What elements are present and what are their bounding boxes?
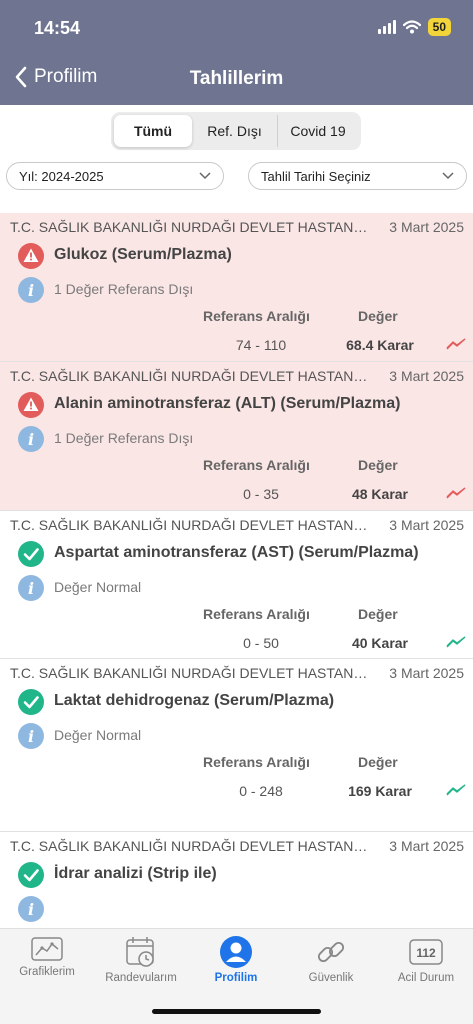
result-note: Değer Normal	[54, 579, 142, 595]
trend-chart-icon[interactable]	[446, 486, 466, 500]
info-icon[interactable]: i	[17, 722, 45, 750]
test-date: 3 Mart 2025	[389, 368, 464, 384]
reference-range-value: 0 - 35	[243, 486, 279, 502]
info-icon[interactable]: i	[17, 276, 45, 304]
result-filter-segment: Tümü Ref. Dışı Covid 19	[111, 112, 361, 150]
test-name: Aspartat aminotransferaz (AST) (Serum/Pl…	[54, 544, 419, 561]
hospital-name: T.C. SAĞLIK BAKANLIĞI NURDAĞI DEVLET HAS…	[10, 368, 372, 384]
tab-label: Grafiklerim	[19, 966, 75, 978]
app-header: 14:54 50 Profilim Tahlillerim	[0, 0, 473, 105]
hospital-name: T.C. SAĞLIK BAKANLIĞI NURDAĞI DEVLET HAS…	[10, 219, 372, 235]
result-note: 1 Değer Referans Dışı	[54, 281, 194, 297]
warning-icon	[18, 243, 44, 269]
hospital-name: T.C. SAĞLIK BAKANLIĞI NURDAĞI DEVLET HAS…	[10, 838, 372, 854]
page-title: Tahlillerim	[189, 68, 284, 89]
reference-range-header: Referans Aralığı	[203, 308, 310, 324]
link-icon	[317, 941, 345, 963]
segment-all[interactable]: Tümü	[114, 115, 192, 147]
test-result-card[interactable]: T.C. SAĞLIK BAKANLIĞI NURDAĞI DEVLET HAS…	[0, 659, 473, 832]
battery-icon: 50	[427, 18, 451, 36]
test-results-list: T.C. SAĞLIK BAKANLIĞI NURDAĞI DEVLET HAS…	[0, 213, 473, 932]
reference-range-header: Referans Aralığı	[203, 457, 310, 473]
tab-label: Randevularım	[105, 972, 177, 984]
tab-label: Güvenlik	[308, 972, 354, 984]
svg-text:i: i	[28, 579, 34, 598]
svg-text:i: i	[28, 430, 34, 449]
reference-range-header: Referans Aralığı	[203, 754, 310, 770]
check-circle-icon	[18, 862, 44, 888]
result-value: 40 Karar	[351, 635, 409, 651]
test-result-card[interactable]: T.C. SAĞLIK BAKANLIĞI NURDAĞI DEVLET HAS…	[0, 213, 473, 362]
test-name: Laktat dehidrogenaz (Serum/Plazma)	[54, 692, 335, 709]
info-icon[interactable]: i	[17, 574, 45, 602]
result-note: Değer Normal	[54, 727, 142, 743]
cellular-signal-icon	[377, 20, 396, 34]
year-select[interactable]: Yıl: 2024-2025	[6, 162, 224, 190]
reference-range-value: 0 - 50	[243, 635, 279, 651]
svg-text:i: i	[28, 281, 34, 300]
value-header: Değer	[358, 606, 398, 622]
tab-label: Profilim	[214, 972, 258, 984]
home-indicator	[152, 1009, 321, 1014]
reference-range-value: 74 - 110	[235, 337, 287, 353]
test-name: İdrar analizi (Strip ile)	[54, 865, 217, 882]
tab-appointments[interactable]: Randevularım	[94, 935, 188, 984]
result-value: 48 Karar	[351, 486, 409, 502]
info-icon[interactable]: i	[17, 425, 45, 453]
tab-label: Acil Durum	[397, 972, 455, 984]
status-time: 14:54	[34, 18, 81, 38]
test-date: 3 Mart 2025	[389, 665, 464, 681]
result-note: 1 Değer Referans Dışı	[54, 430, 194, 446]
test-date: 3 Mart 2025	[389, 517, 464, 533]
test-date: 3 Mart 2025	[389, 219, 464, 235]
test-date-select[interactable]: Tahlil Tarihi Seçiniz	[248, 162, 467, 190]
year-select-value: Yıl: 2024-2025	[19, 168, 104, 184]
test-result-card[interactable]: T.C. SAĞLIK BAKANLIĞI NURDAĞI DEVLET HAS…	[0, 362, 473, 511]
test-result-card[interactable]: T.C. SAĞLIK BAKANLIĞI NURDAĞI DEVLET HAS…	[0, 832, 473, 932]
test-name: Glukoz (Serum/Plazma)	[54, 246, 232, 263]
emergency-112-icon: 112	[409, 939, 443, 965]
status-icons: 50	[377, 18, 451, 36]
svg-text:i: i	[28, 900, 34, 919]
check-circle-icon	[18, 541, 44, 567]
warning-icon	[18, 392, 44, 418]
result-value: 68.4 Karar	[346, 337, 414, 353]
value-header: Değer	[358, 308, 398, 324]
result-value: 169 Karar	[348, 783, 412, 799]
reference-range-header: Referans Aralığı	[203, 606, 310, 622]
svg-text:i: i	[28, 727, 34, 746]
test-name: Alanin aminotransferaz (ALT) (Serum/Plaz…	[54, 395, 401, 412]
calendar-icon	[126, 937, 154, 967]
chevron-down-icon	[442, 172, 454, 180]
trend-chart-icon[interactable]	[446, 635, 466, 649]
profile-icon	[220, 936, 252, 968]
hospital-name: T.C. SAĞLIK BAKANLIĞI NURDAĞI DEVLET HAS…	[10, 517, 372, 533]
test-date: 3 Mart 2025	[389, 838, 464, 854]
tab-profile[interactable]: Profilim	[189, 935, 283, 984]
check-circle-icon	[18, 689, 44, 715]
emergency-badge-text: 112	[416, 946, 436, 960]
segment-covid[interactable]: Covid 19	[278, 115, 358, 147]
value-header: Değer	[358, 754, 398, 770]
test-result-card[interactable]: T.C. SAĞLIK BAKANLIĞI NURDAĞI DEVLET HAS…	[0, 511, 473, 659]
trend-chart-icon[interactable]	[446, 337, 466, 351]
value-header: Değer	[358, 457, 398, 473]
chart-icon	[31, 937, 63, 961]
reference-range-value: 0 - 248	[239, 783, 283, 799]
trend-chart-icon[interactable]	[446, 783, 466, 797]
test-date-select-value: Tahlil Tarihi Seçiniz	[261, 168, 371, 184]
info-icon[interactable]: i	[17, 895, 45, 923]
segment-out-of-range[interactable]: Ref. Dışı	[192, 115, 278, 147]
tab-graphs[interactable]: Grafiklerim	[0, 935, 94, 978]
chevron-down-icon	[199, 172, 211, 180]
wifi-icon	[402, 20, 421, 34]
hospital-name: T.C. SAĞLIK BAKANLIĞI NURDAĞI DEVLET HAS…	[10, 665, 372, 681]
tab-emergency[interactable]: 112 Acil Durum	[379, 935, 473, 984]
tab-security[interactable]: Güvenlik	[284, 935, 378, 984]
